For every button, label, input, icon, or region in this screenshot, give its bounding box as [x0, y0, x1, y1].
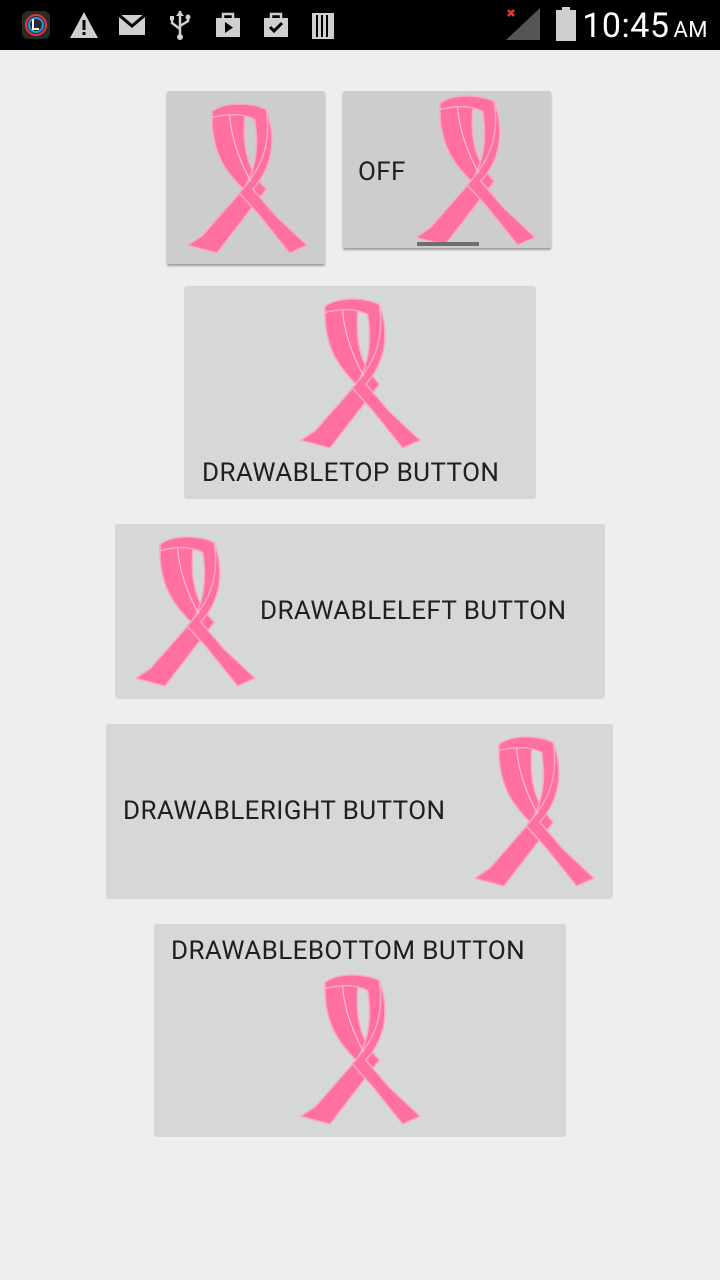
drawable-bottom-button-label: DRAWABLEBOTTOM BUTTON	[171, 936, 526, 966]
pink-ribbon-icon	[411, 91, 537, 248]
status-bar: 10:45 AM	[0, 0, 720, 50]
pink-ribbon-icon	[296, 970, 422, 1127]
barcode-icon	[312, 13, 334, 39]
clock: 10:45 AM	[582, 4, 708, 48]
clock-time: 10:45	[582, 6, 670, 46]
image-button[interactable]	[167, 91, 325, 264]
pink-ribbon-icon	[296, 294, 422, 451]
signal-no-service-icon	[506, 8, 540, 40]
drawable-top-button[interactable]: DRAWABLETOP BUTTON	[184, 286, 536, 499]
battery-icon	[556, 7, 576, 41]
toggle-button[interactable]: OFF	[343, 91, 551, 248]
drawable-left-button[interactable]: DRAWABLELEFT BUTTON	[115, 524, 605, 699]
drawable-right-button[interactable]: DRAWABLERIGHT BUTTON	[106, 724, 613, 899]
drawable-left-button-label: DRAWABLELEFT BUTTON	[260, 596, 567, 626]
app-notification-icon	[22, 11, 50, 39]
toggle-button-label: OFF	[358, 157, 406, 187]
play-store-installed-icon	[264, 12, 288, 37]
pink-ribbon-icon	[183, 99, 309, 256]
drawable-top-button-label: DRAWABLETOP BUTTON	[202, 458, 500, 488]
play-store-update-icon	[216, 12, 240, 37]
pink-ribbon-icon	[470, 732, 596, 889]
drawable-bottom-button[interactable]: DRAWABLEBOTTOM BUTTON	[154, 924, 566, 1137]
warning-icon	[70, 12, 98, 38]
toggle-off-indicator	[417, 242, 479, 246]
gmail-icon	[118, 13, 146, 35]
clock-ampm: AM	[673, 18, 708, 43]
usb-icon	[170, 11, 191, 40]
drawable-right-button-label: DRAWABLERIGHT BUTTON	[123, 796, 446, 826]
pink-ribbon-icon	[131, 532, 257, 689]
